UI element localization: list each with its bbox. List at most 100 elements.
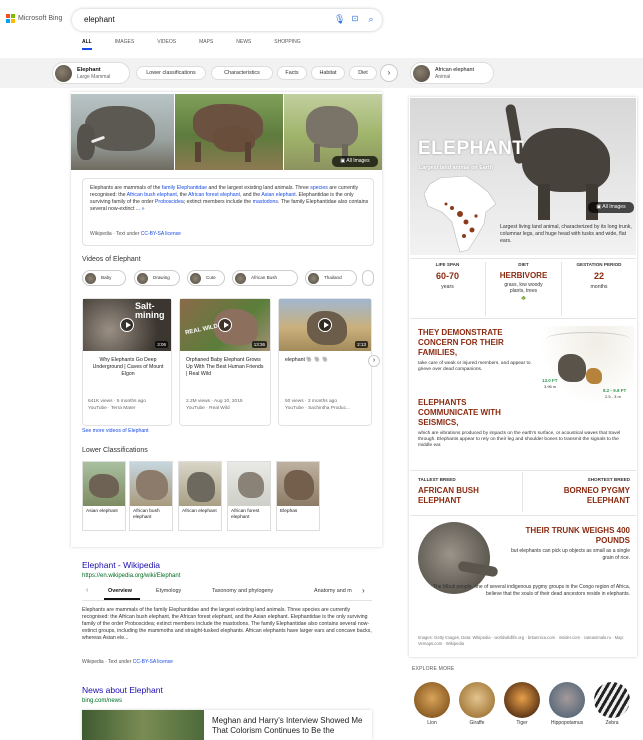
video-title-2[interactable]: Orphaned Baby Elephant Grows Up With The…	[186, 357, 266, 378]
fact-families-title: THEY DEMONSTRATE CONCERN FOR THEIR FAMIL…	[418, 328, 504, 357]
entity-chip[interactable]: Elephant Large Mammal	[52, 62, 130, 84]
explore-tiger[interactable]	[504, 682, 540, 718]
videos-next-icon[interactable]: ›	[368, 355, 380, 367]
wiki-tab-taxonomy[interactable]: Taxonomy and phylogeny	[212, 588, 273, 594]
lower-class-african-forest[interactable]: African forest elephant	[227, 461, 271, 531]
video-chip-baby[interactable]: Baby	[82, 270, 126, 286]
visual-search-icon[interactable]: ⊡	[350, 14, 360, 24]
link-proboscidea[interactable]: Proboscidea	[155, 199, 184, 205]
tab-shopping[interactable]: SHOPPING	[274, 39, 300, 45]
lower-class-african-bush[interactable]: African bush elephant	[129, 461, 173, 531]
wiki-tabs-prev-icon[interactable]: ‹	[86, 587, 94, 594]
video-card-2[interactable]: REAL WILD 13:36 Orphaned Baby Elephant G…	[179, 298, 271, 426]
lower-class-asian[interactable]: Asian elephant	[82, 461, 126, 531]
entity-type: Large Mammal	[77, 74, 111, 80]
wiki-result-title[interactable]: Elephant - Wikipedia	[82, 560, 160, 570]
link-african-bush[interactable]: African bush elephant	[127, 192, 177, 198]
panel-subtitle: Largest land animal on Earth	[419, 165, 493, 171]
brand-name: Microsoft Bing	[18, 15, 63, 22]
stat-label: GESTATION PERIOD	[576, 262, 622, 267]
all-images-label: All Images	[346, 158, 370, 164]
explore-hippopotamus[interactable]	[549, 682, 585, 718]
video-chip-drawing[interactable]: Drawing	[134, 270, 180, 286]
panel-all-images-button[interactable]: ▣ All Images	[588, 202, 634, 213]
news-url[interactable]: bing.com/news	[82, 698, 122, 704]
video-chip-thailand[interactable]: Thailand	[305, 270, 357, 286]
bing-logo[interactable]: Microsoft Bing	[6, 14, 62, 23]
explore-giraffe-label[interactable]: Giraffe	[457, 720, 497, 726]
link-mastodons[interactable]: mastodons	[253, 199, 278, 205]
search-box[interactable]: elephant 🎙 ⊡ ⌕	[72, 9, 382, 31]
microphone-icon[interactable]: 🎙	[334, 14, 345, 24]
news-headline[interactable]: Meghan and Harry's Interview Showed Me T…	[212, 716, 367, 736]
link-african-forest[interactable]: African forest elephant	[188, 192, 240, 198]
explore-zebra[interactable]	[594, 682, 630, 718]
video-source-2: YouTube · Real Wild	[186, 406, 230, 411]
wiki-tabs-next-icon[interactable]: ›	[362, 586, 365, 595]
filter-lower-classifications[interactable]: Lower classifications	[136, 66, 206, 80]
video-thumbnail-1: Salt- mining 3:06	[83, 299, 171, 351]
explore-hippopotamus-label[interactable]: Hippopotamus	[547, 720, 587, 726]
lower-class-label: African forest elephant	[231, 509, 260, 520]
filter-diet[interactable]: Diet	[349, 66, 377, 80]
related-entity-type: Animal	[435, 74, 451, 80]
link-asian[interactable]: Asian elephant	[261, 192, 295, 198]
thumb-icon	[85, 273, 96, 284]
elephant-image-1[interactable]	[71, 94, 174, 170]
wiki-license-link[interactable]: CC-BY-SA license	[133, 659, 173, 665]
fact-seismic-text: which are vibrations produced by impacts…	[418, 431, 621, 448]
tab-images[interactable]: IMAGES	[115, 39, 134, 45]
see-more-videos-link[interactable]: See more videos of Elephant	[82, 428, 149, 434]
wiki-tab-underline	[104, 598, 140, 600]
link-species[interactable]: species	[310, 185, 328, 191]
elephant-image-3[interactable]: ▣ All Images	[284, 94, 382, 170]
height-label-2: 8.2 - 9.8 FT	[603, 388, 627, 393]
wiki-tab-etymology[interactable]: Etymology	[156, 588, 181, 594]
wiki-tab-overview[interactable]: Overview	[108, 588, 132, 594]
news-heading[interactable]: News about Elephant	[82, 685, 163, 695]
filter-facts[interactable]: Facts	[277, 66, 307, 80]
wiki-tab-anatomy[interactable]: Anatomy and m	[314, 588, 352, 594]
explore-lion[interactable]	[414, 682, 450, 718]
explore-giraffe[interactable]	[459, 682, 495, 718]
video-title-3[interactable]: elephant 🐘 🐘 🐘	[285, 357, 367, 364]
license-link[interactable]: CC-BY-SA license	[141, 231, 181, 237]
filter-habitat[interactable]: Habitat	[311, 66, 345, 80]
search-input[interactable]: elephant	[84, 15, 115, 24]
video-chips-next[interactable]	[362, 270, 374, 286]
explore-tiger-label[interactable]: Tiger	[502, 720, 542, 726]
explore-zebra-label[interactable]: Zebra	[592, 720, 632, 726]
video-card-1[interactable]: Salt- mining 3:06 Why Elephants Go Deep …	[82, 298, 172, 426]
search-tabs: ALL IMAGES VIDEOS MAPS NEWS SHOPPING	[82, 39, 324, 50]
lower-class-african[interactable]: African elephant	[178, 461, 222, 531]
video-thumbnail-2: REAL WILD 13:36	[180, 299, 270, 351]
video-duration-3: 2:13	[355, 341, 368, 348]
news-card[interactable]: Meghan and Harry's Interview Showed Me T…	[82, 710, 372, 740]
panel-all-images-label: All Images	[602, 204, 626, 210]
tab-news[interactable]: NEWS	[236, 39, 251, 45]
chevron-right-icon[interactable]: ›	[380, 64, 398, 82]
explore-lion-label[interactable]: Lion	[412, 720, 452, 726]
all-images-button[interactable]: ▣ All Images	[332, 156, 378, 167]
elephant-image-2[interactable]	[175, 94, 283, 170]
video-chip-cute[interactable]: Cute	[187, 270, 225, 286]
lower-class-elephas[interactable]: Elephas	[276, 461, 320, 531]
video-card-3[interactable]: 2:13 elephant 🐘 🐘 🐘 50 views · 3 months …	[278, 298, 372, 426]
filter-characteristics[interactable]: Characteristics	[211, 66, 273, 80]
related-entity-chip[interactable]: African elephant Animal	[410, 62, 494, 84]
video-chip-african-bush[interactable]: African Bush	[232, 270, 298, 286]
wiki-tabs: ‹ Overview Etymology Taxonomy and phylog…	[82, 585, 372, 601]
height-metric-1: 3.96 m	[544, 384, 557, 389]
explore-more-heading: EXPLORE MORE	[412, 666, 455, 672]
shortest-breed: BORNEO PYGMY ELEPHANT	[563, 486, 630, 505]
tab-all[interactable]: ALL	[82, 39, 92, 50]
search-icon[interactable]: ⌕	[366, 14, 376, 24]
stat-lifespan: LIFE SPAN 60-70 years	[410, 262, 485, 290]
wiki-result-url[interactable]: https://en.wikipedia.org/wiki/Elephant	[82, 573, 180, 579]
lower-classifications-heading: Lower Classifications	[82, 447, 148, 454]
link-family[interactable]: family Elephantidae	[162, 185, 207, 191]
tab-videos[interactable]: VIDEOS	[157, 39, 176, 45]
tab-maps[interactable]: MAPS	[199, 39, 213, 45]
read-more-link[interactable]: »	[142, 206, 145, 212]
video-title-1[interactable]: Why Elephants Go Deep Underground | Cave…	[88, 357, 168, 378]
